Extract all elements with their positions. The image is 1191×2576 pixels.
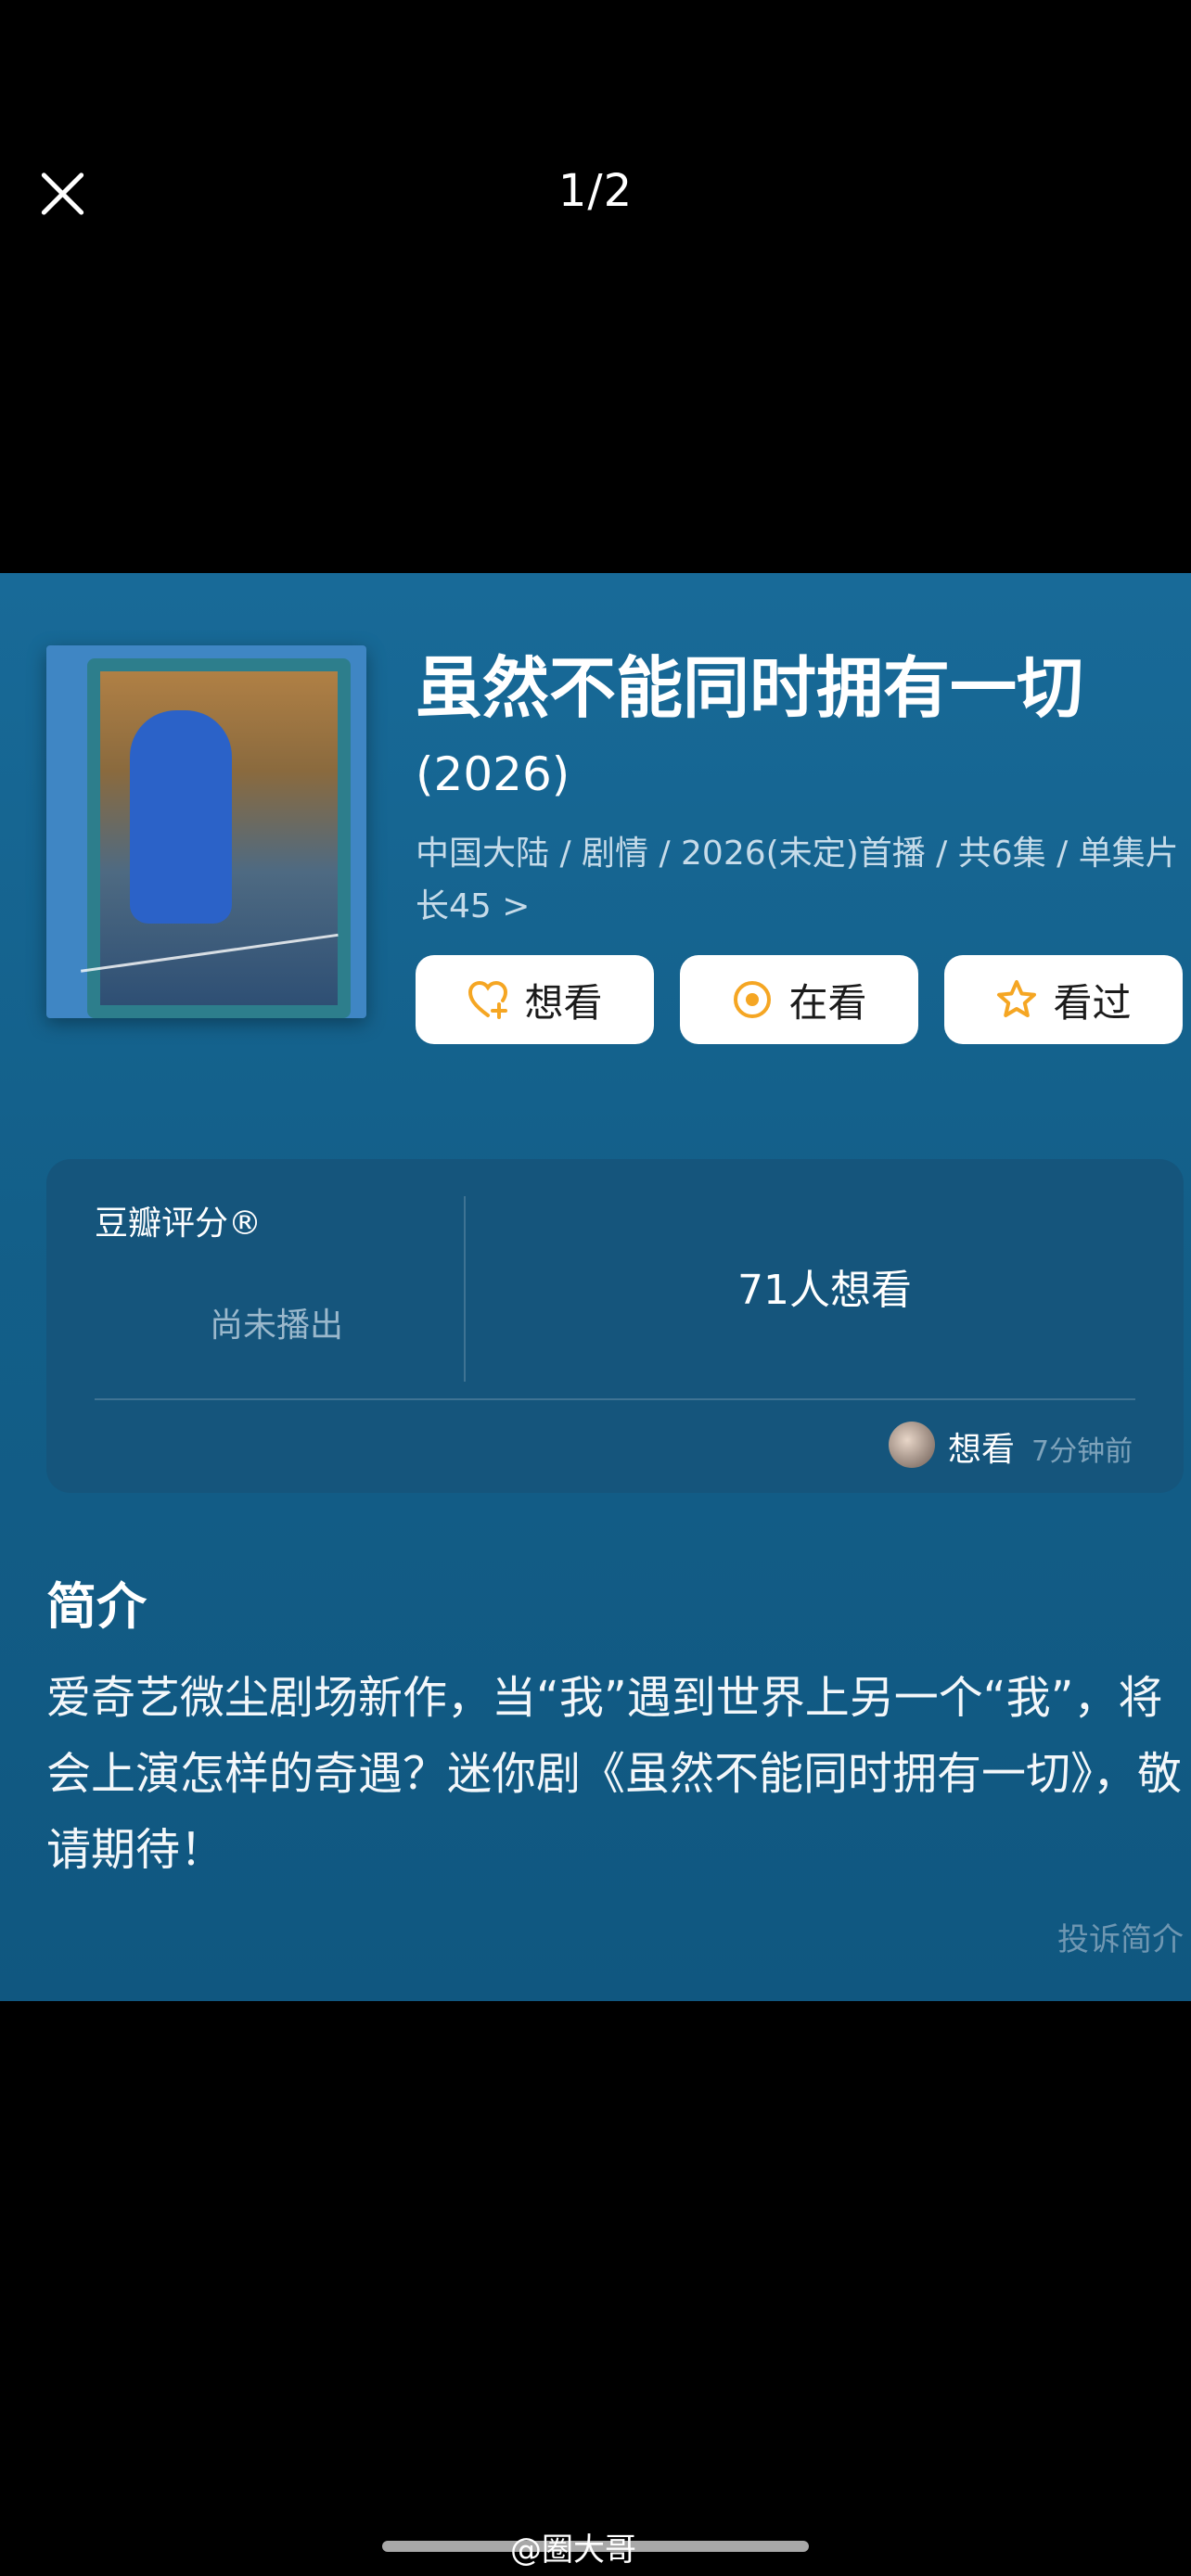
intro-text: 爱奇艺微尘剧场新作，当“我”遇到世界上另一个“我”，将会上演怎样的奇遇？迷你剧《… [46,1672,1183,1876]
poster-image[interactable] [46,645,366,1018]
watched-button[interactable]: 看过 [944,955,1183,1044]
want-label: 想看 [524,979,603,1026]
watching-label: 在看 [788,979,867,1026]
target-icon [731,978,774,1021]
recent-action: 想看 [948,1431,1016,1469]
movie-year: (2026) [416,747,570,801]
intro-heading: 简介 [46,1577,147,1636]
movie-title: 虽然不能同时拥有一切 [416,649,1084,727]
page-indicator: 1/2 [557,165,634,217]
recent-time: 7分钟前 [1031,1435,1133,1468]
movie-card: 虽然不能同时拥有一切 (2026) 中国大陆 / 剧情 / 2026(未定)首播… [0,573,1191,2001]
watermark-text: @圈大哥 [510,2531,636,2569]
poster-figures [130,710,232,924]
star-icon [995,978,1038,1021]
want-button[interactable]: 想看 [416,955,654,1044]
want-count[interactable]: 71人想看 [466,1256,1184,1316]
rating-status: 尚未播出 [209,1307,343,1345]
rating-panel[interactable]: 豆瓣评分® 尚未播出 71人想看 想看 7分钟前 [46,1159,1184,1493]
rating-label: 豆瓣评分® [95,1205,263,1243]
watched-label: 看过 [1053,979,1132,1026]
movie-meta[interactable]: 中国大陆 / 剧情 / 2026(未定)首播 / 共6集 / 单集片长45 > [416,827,1185,933]
rating-hdivider [95,1398,1135,1400]
avatar[interactable] [889,1422,935,1468]
heart-plus-icon [467,978,509,1021]
report-intro-link[interactable]: 投诉简介 [1057,1914,1184,1959]
viewer-top-bar: 1/2 [0,0,1191,575]
watching-button[interactable]: 在看 [680,955,918,1044]
